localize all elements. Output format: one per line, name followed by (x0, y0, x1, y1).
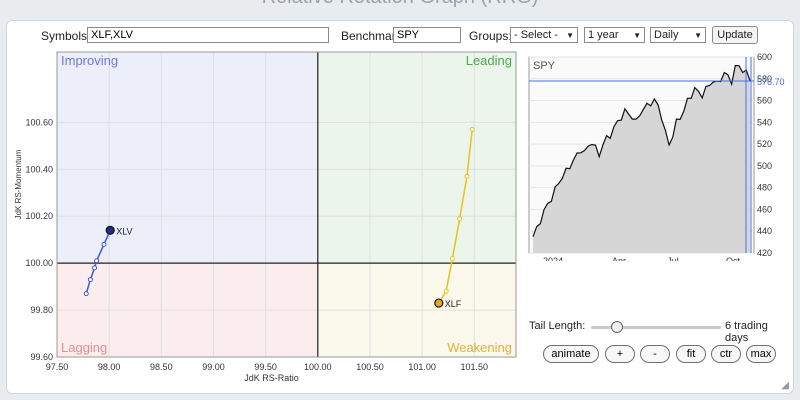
period-select-value: 1 year (588, 29, 619, 41)
spy-x-tick-label: Jul (667, 256, 679, 261)
x-tick-label: 99.50 (254, 362, 277, 372)
zoom-out-button[interactable]: - (640, 345, 670, 363)
spy-y-tick-label: 460 (757, 204, 772, 214)
x-tick-label: 97.50 (46, 362, 69, 372)
quadrant-leading (317, 52, 516, 264)
spy-y-tick-label: 480 (757, 183, 772, 193)
x-tick-label: 101.00 (408, 362, 436, 372)
chevron-down-icon: ▼ (633, 30, 641, 40)
series-label-xlv: XLV (116, 226, 132, 236)
series-head-xlv (105, 225, 115, 235)
spy-y-tick-label: 420 (757, 248, 772, 258)
fit-button[interactable]: fit (676, 345, 706, 363)
spy-y-tick-label: 520 (757, 139, 772, 149)
series-point-xlv (87, 277, 93, 283)
spy-y-tick-label: 560 (757, 96, 772, 106)
resize-handle-icon[interactable]: ◢ (781, 380, 789, 391)
series-label-xlf: XLF (445, 299, 462, 309)
series-point-xlf (449, 255, 455, 261)
series-point-xlf (464, 173, 470, 179)
zoom-in-button[interactable]: + (605, 345, 635, 363)
x-tick-label: 98.00 (98, 362, 121, 372)
tail-length-label: Tail Length: (529, 320, 586, 332)
x-tick-label: 101.50 (461, 362, 489, 372)
x-tick-label: 100.00 (304, 362, 332, 372)
spy-x-tick-label: Oct (726, 256, 741, 261)
y-tick-label: 100.60 (25, 117, 53, 127)
spy-price-label: 576.70 (757, 77, 785, 87)
y-tick-label: 99.80 (30, 305, 53, 315)
rrg-panel: Symbols: Benchmark: Groups: - Select -▼ … (6, 20, 794, 394)
quadrant-label-leading: Leading (466, 53, 512, 68)
quadrant-label-weakening: Weakening (447, 340, 512, 355)
rrg-chart[interactable]: Improving Leading Lagging Weakening 97.50 98.… (7, 21, 522, 395)
chevron-down-icon: ▼ (694, 30, 702, 40)
series-point-xlv (94, 258, 100, 264)
y-axis-label: JdK RS-Momentum (14, 149, 23, 219)
x-tick-label: 100.50 (356, 362, 384, 372)
chevron-down-icon: ▼ (566, 30, 574, 40)
center-button[interactable]: ctr (711, 345, 741, 363)
x-axis-label: JdK RS-Ratio (244, 373, 299, 383)
series-point-xlf (469, 126, 475, 132)
spy-chart: 6005805605405205004804604404202024 Apr Jul… (528, 53, 785, 261)
animate-button[interactable]: animate (543, 345, 599, 363)
y-tick-label: 100.00 (25, 258, 53, 268)
period-select[interactable]: 1 year ▼ (584, 27, 645, 43)
series-point-xlf (457, 216, 463, 222)
interval-select[interactable]: Daily ▼ (650, 27, 706, 43)
spy-x-tick-label: 2024 (543, 256, 563, 261)
series-head-xlf (434, 298, 444, 308)
spy-x-tick-label: Apr (612, 256, 626, 261)
spy-y-tick-label: 600 (757, 53, 772, 62)
quadrant-label-lagging: Lagging (61, 340, 107, 355)
series-point-xlv (83, 291, 89, 297)
interval-select-value: Daily (654, 29, 679, 41)
y-tick-label: 100.40 (25, 164, 53, 174)
series-point-xlv (92, 265, 98, 271)
page-title: Relative Rotation Graph (RRG) (0, 0, 800, 9)
series-point-xlv (101, 241, 107, 247)
tail-length-slider[interactable] (591, 321, 721, 333)
max-button[interactable]: max (746, 345, 776, 363)
update-button[interactable]: Update (712, 26, 758, 44)
series-point-xlf (443, 288, 449, 294)
x-tick-label: 98.50 (150, 362, 173, 372)
spy-y-tick-label: 500 (757, 161, 772, 171)
y-tick-label: 100.20 (25, 211, 53, 221)
y-tick-label: 99.60 (30, 352, 53, 362)
spy-y-tick-label: 540 (757, 117, 772, 127)
quadrant-improving (57, 52, 318, 264)
quadrant-label-improving: Improving (61, 53, 118, 68)
spy-y-tick-label: 440 (757, 226, 772, 236)
slider-thumb[interactable] (611, 321, 623, 333)
x-tick-label: 99.00 (202, 362, 225, 372)
spy-symbol-label: SPY (533, 60, 556, 72)
tail-length-value: 6 trading days (725, 320, 768, 344)
